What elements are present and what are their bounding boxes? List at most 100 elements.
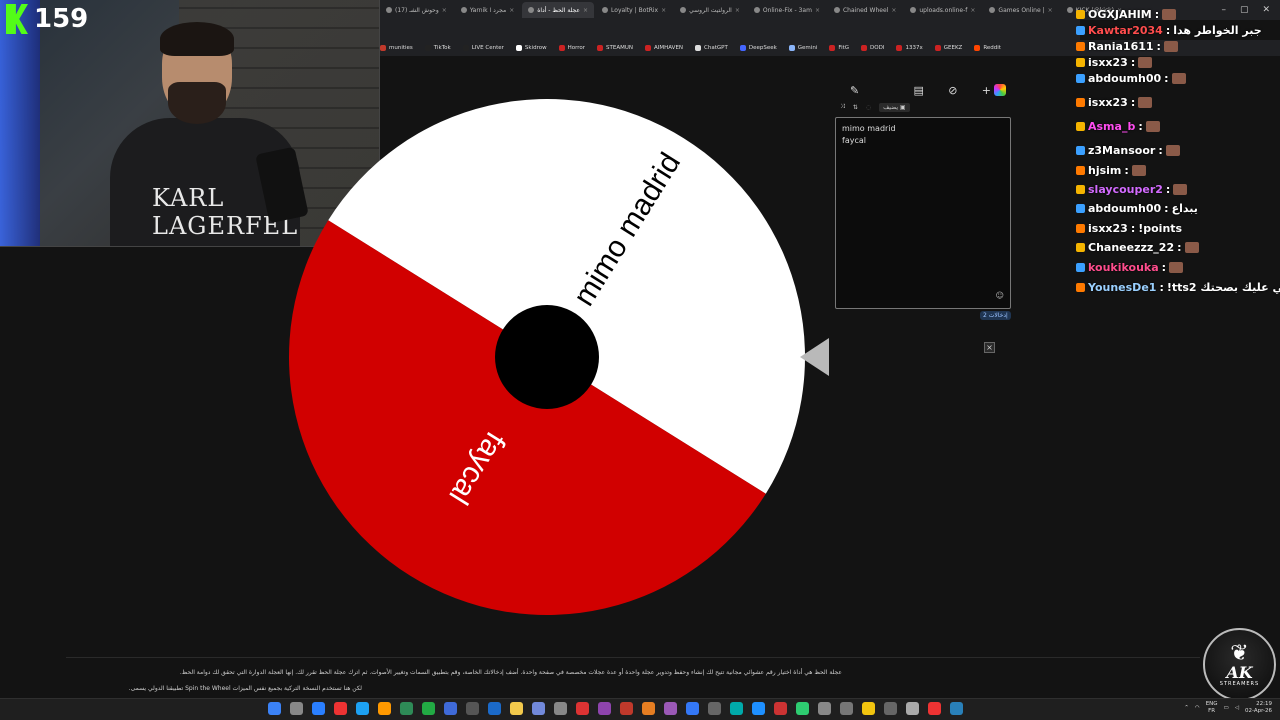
wifi-icon[interactable]: ◠ <box>1195 705 1200 711</box>
chat-username[interactable]: koukikouka <box>1088 261 1159 274</box>
browser-tab[interactable]: uploads.online-f × <box>904 2 981 18</box>
taskbar-app-icon[interactable] <box>884 702 897 715</box>
taskbar-app-icon[interactable] <box>576 702 589 715</box>
taskbar-app-icon[interactable] <box>950 702 963 715</box>
chat-username[interactable]: z3Mansoor <box>1088 144 1155 157</box>
bookmark-item[interactable]: Horror <box>558 45 585 51</box>
browser-tab[interactable]: الرولتيت الروسي × <box>674 2 746 18</box>
wheel-center-button[interactable] <box>495 305 599 409</box>
taskbar-app-icon[interactable] <box>334 702 347 715</box>
taskbar-app-icon[interactable] <box>730 702 743 715</box>
taskbar-app-icon[interactable] <box>708 702 721 715</box>
taskbar-app-icon[interactable] <box>312 702 325 715</box>
emoji-icon[interactable]: ☺ <box>996 290 1004 302</box>
browser-tab[interactable]: Loyalty | BotRix × <box>596 2 672 18</box>
close-tab-icon[interactable]: × <box>442 7 447 14</box>
chat-username[interactable]: abdoumh00 <box>1088 202 1161 215</box>
taskbar-app-icon[interactable] <box>796 702 809 715</box>
bookmark-item[interactable]: LIVE Center <box>462 45 504 51</box>
taskbar-app-icon[interactable] <box>862 702 875 715</box>
taskbar-app-icon[interactable] <box>686 702 699 715</box>
taskbar-app-icon[interactable] <box>752 702 765 715</box>
taskbar-app-icon[interactable] <box>554 702 567 715</box>
clear-icon[interactable]: ◌ <box>866 104 871 111</box>
taskbar-app-icon[interactable] <box>510 702 523 715</box>
close-tab-icon[interactable]: × <box>661 7 666 14</box>
add-image-button[interactable]: يضيف ▣ <box>879 102 910 112</box>
taskbar-app-icon[interactable] <box>268 702 281 715</box>
wheel-svg[interactable]: mimo madrid faycal <box>289 99 805 615</box>
bookmark-item[interactable]: Skidrow <box>515 45 547 51</box>
taskbar-app-icon[interactable] <box>928 702 941 715</box>
close-tab-icon[interactable]: × <box>970 7 975 14</box>
bookmark-item[interactable]: 1337x <box>896 45 923 51</box>
bookmark-item[interactable]: STEAMUN <box>597 45 633 51</box>
chat-username[interactable]: OGXJAHIM <box>1088 8 1152 21</box>
bookmark-item[interactable]: FitG <box>829 45 849 51</box>
taskbar-app-icon[interactable] <box>356 702 369 715</box>
clock[interactable]: 22:19 02-Apr-26 <box>1245 701 1272 715</box>
taskbar-app-icon[interactable] <box>488 702 501 715</box>
bookmark-item[interactable]: Gemini <box>788 45 817 51</box>
bookmark-item[interactable]: Reddit <box>974 45 1001 51</box>
hide-icon[interactable]: ⊘ <box>948 84 957 97</box>
bookmark-item[interactable]: DODI <box>861 45 884 51</box>
browser-tab[interactable]: Yarnik مجرد ا × <box>455 2 520 18</box>
shuffle-icon[interactable]: ⤨ <box>840 103 845 111</box>
taskbar-app-icon[interactable] <box>818 702 831 715</box>
chat-username[interactable]: hjsim <box>1088 164 1121 177</box>
language-indicator[interactable]: ENG FR <box>1206 701 1218 715</box>
taskbar-app-icon[interactable] <box>620 702 633 715</box>
chat-username[interactable]: isxx23 <box>1088 222 1128 235</box>
taskbar-app-icon[interactable] <box>840 702 853 715</box>
taskbar-app-icon[interactable] <box>466 702 479 715</box>
chat-username[interactable]: isxx23 <box>1088 96 1128 109</box>
taskbar-app-icon[interactable] <box>664 702 677 715</box>
entries-textarea[interactable]: mimo madrid faycal ☺ <box>835 117 1011 309</box>
browser-tab[interactable]: Online-Fix - 3am × <box>748 2 826 18</box>
taskbar-app-icon[interactable] <box>290 702 303 715</box>
volume-icon[interactable]: ◁ <box>1235 705 1239 711</box>
taskbar-app-icon[interactable] <box>400 702 413 715</box>
browser-tab[interactable]: عجلة الحظ - أداة × <box>522 2 595 18</box>
add-wheel-button[interactable]: + <box>982 84 1006 97</box>
taskbar-app-icon[interactable] <box>422 702 435 715</box>
chat-username[interactable]: Kawtar2034 <box>1088 24 1163 37</box>
browser-tab[interactable]: Chained Wheel × <box>828 2 902 18</box>
close-tab-icon[interactable]: × <box>891 7 896 14</box>
clipboard-icon[interactable]: ▤ <box>914 84 924 97</box>
close-tab-icon[interactable]: × <box>815 7 820 14</box>
bookmark-item[interactable]: DeepSeek <box>739 45 777 51</box>
close-tab-icon[interactable]: × <box>583 7 588 14</box>
chat-username[interactable]: isxx23 <box>1088 56 1128 69</box>
spin-wheel[interactable]: mimo madrid faycal <box>289 99 805 615</box>
taskbar-app-icon[interactable] <box>906 702 919 715</box>
bookmark-item[interactable]: GEEKZ <box>934 45 962 51</box>
chevron-up-icon[interactable]: ⌃ <box>1184 705 1189 711</box>
taskbar-app-icon[interactable] <box>774 702 787 715</box>
bookmark-item[interactable]: ChatGPT <box>695 45 728 51</box>
taskbar-app-icon[interactable] <box>642 702 655 715</box>
taskbar-app-icon[interactable] <box>598 702 611 715</box>
taskbar-app-icon[interactable] <box>532 702 545 715</box>
chat-username[interactable]: abdoumh00 <box>1088 72 1161 85</box>
chat-username[interactable]: slaycouper2 <box>1088 183 1163 196</box>
bookmark-item[interactable]: TikTok <box>424 45 451 51</box>
close-tab-icon[interactable]: × <box>509 7 514 14</box>
browser-tab[interactable]: (17) وحوش الشـ × <box>380 2 453 18</box>
bookmark-item[interactable]: AIMHAVEN <box>645 45 683 51</box>
close-tab-icon[interactable]: × <box>735 7 740 14</box>
close-button[interactable]: × <box>984 342 995 353</box>
network-icon[interactable]: ▭ <box>1224 705 1229 711</box>
close-tab-icon[interactable]: × <box>1048 7 1053 14</box>
chat-username[interactable]: Chaneezzz_22 <box>1088 241 1174 254</box>
chat-username[interactable]: Rania1611 <box>1088 40 1154 53</box>
browser-tab[interactable]: Games Online | × <box>983 2 1058 18</box>
chat-username[interactable]: YounesDe1 <box>1088 281 1156 294</box>
pencil-icon[interactable]: ✎ <box>850 84 859 97</box>
taskbar-app-icon[interactable] <box>378 702 391 715</box>
bookmark-item[interactable]: munities <box>380 45 413 51</box>
taskbar-app-icon[interactable] <box>444 702 457 715</box>
sort-icon[interactable]: ⇅ <box>853 104 858 111</box>
chat-username[interactable]: Asma_b <box>1088 120 1135 133</box>
